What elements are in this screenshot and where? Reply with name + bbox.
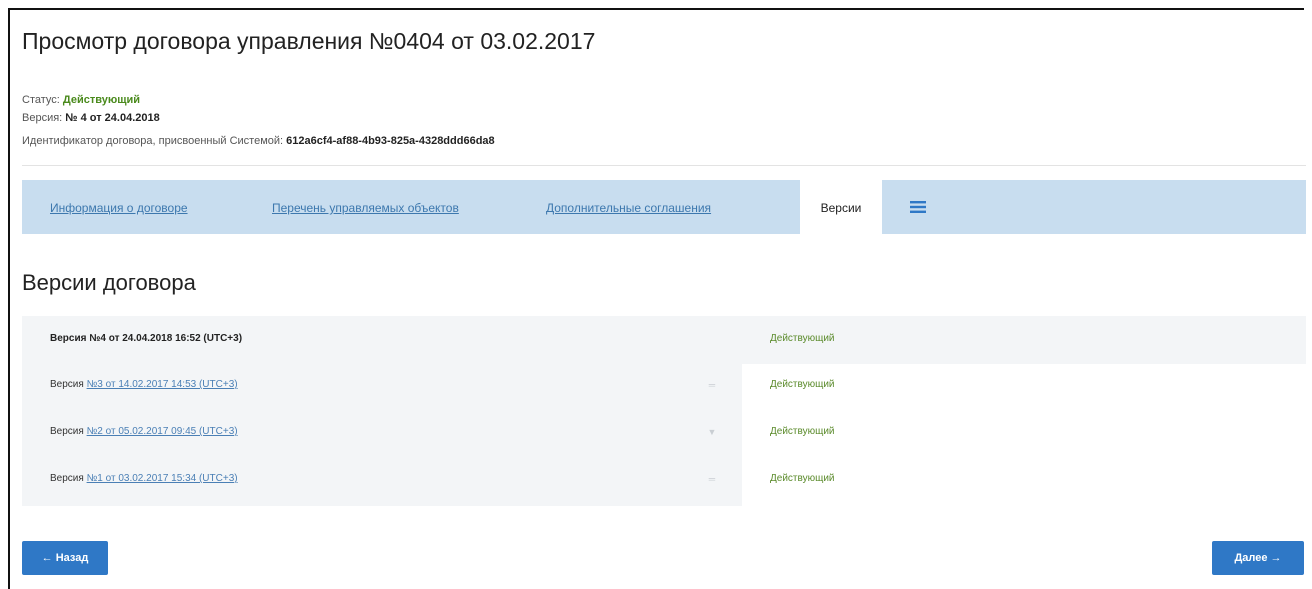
version-prefix: Версия [50, 473, 84, 484]
version-status: Действующий [770, 426, 835, 437]
page-title: Просмотр договора управления №0404 от 03… [22, 28, 596, 54]
version-line: Версия: № 4 от 24.04.2018 [22, 112, 160, 124]
tab-versions[interactable]: Версии [800, 180, 882, 234]
tab-contract-info[interactable]: Информация о договоре [50, 180, 188, 234]
version-link[interactable]: №2 от 05.02.2017 09:45 (UTC+3) [87, 426, 238, 437]
list-icon[interactable] [910, 201, 926, 213]
tab-managed-objects[interactable]: Перечень управляемых объектов [272, 180, 459, 234]
equals-icon: ═ [708, 474, 716, 484]
back-button[interactable]: ← Назад [22, 541, 108, 575]
version-status: Действующий [770, 473, 835, 484]
contract-id-value: 612a6cf4-af88-4b93-825a-4328ddd66da8 [286, 135, 495, 147]
table-row: Версия №2 от 05.02.2017 09:45 (UTC+3) ▼ … [22, 409, 1306, 455]
version-status: Действующий [770, 333, 835, 344]
tab-bar: Информация о договоре Перечень управляем… [22, 180, 1306, 234]
equals-icon: ═ [708, 380, 716, 390]
version-prefix: Версия [50, 333, 87, 344]
version-current-label: Версия №4 от 24.04.2018 16:52 (UTC+3) [50, 316, 242, 362]
status-badge: Действующий [62, 94, 141, 106]
divider [22, 165, 1306, 166]
tab-additional-agreements[interactable]: Дополнительные соглашения [546, 180, 711, 234]
version-value: № 4 от 24.04.2018 [65, 112, 160, 124]
version-link[interactable]: №1 от 03.02.2017 15:34 (UTC+3) [87, 473, 238, 484]
version-prefix: Версия [50, 426, 84, 437]
version-label: Версия №1 от 03.02.2017 15:34 (UTC+3) [50, 456, 238, 502]
section-title: Версии договора [22, 270, 196, 295]
version-status: Действующий [770, 379, 835, 390]
funnel-icon: ▼ [707, 427, 717, 437]
version-prefix: Версия [50, 379, 84, 390]
version-label: Версия: [22, 112, 63, 124]
contract-id-line: Идентификатор договора, присвоенный Сист… [22, 135, 495, 147]
contract-id-label: Идентификатор договора, присвоенный Сист… [22, 135, 284, 147]
version-label: Версия №3 от 14.02.2017 14:53 (UTC+3) [50, 362, 238, 408]
version-current-text: №4 от 24.04.2018 16:52 (UTC+3) [89, 333, 243, 344]
table-row: Версия №4 от 24.04.2018 16:52 (UTC+3) Де… [22, 316, 1306, 362]
versions-table: Версия №4 от 24.04.2018 16:52 (UTC+3) Де… [22, 316, 1306, 506]
status-line: Статус: Действующий [22, 94, 140, 106]
table-row: Версия №3 от 14.02.2017 14:53 (UTC+3) ═ … [22, 362, 1306, 408]
version-link[interactable]: №3 от 14.02.2017 14:53 (UTC+3) [87, 379, 238, 390]
status-label: Статус: [22, 94, 60, 106]
table-row: Версия №1 от 03.02.2017 15:34 (UTC+3) ═ … [22, 456, 1306, 502]
version-label: Версия №2 от 05.02.2017 09:45 (UTC+3) [50, 409, 238, 455]
next-button[interactable]: Далее → [1212, 541, 1304, 575]
